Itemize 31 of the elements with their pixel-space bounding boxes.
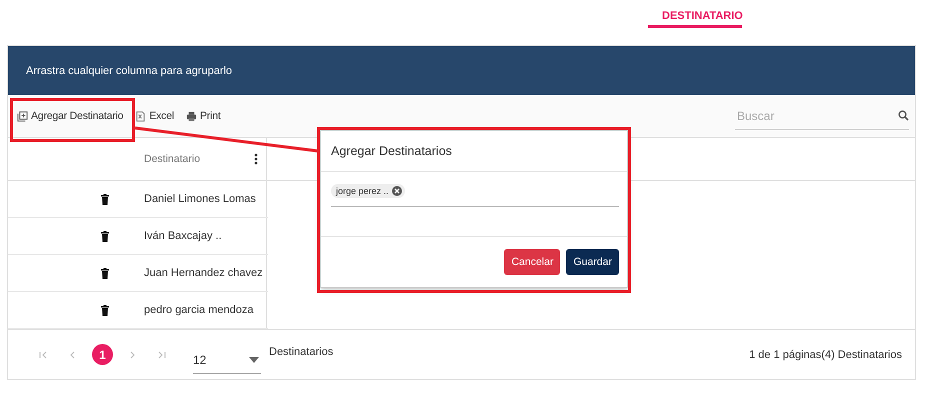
- dialog-title: Agregar Destinatarios: [331, 144, 452, 158]
- trash-icon[interactable]: [101, 304, 109, 316]
- page-size-label: Destinatarios: [269, 346, 334, 358]
- column-header[interactable]: Destinatario: [144, 153, 254, 165]
- add-icon: [17, 110, 28, 122]
- trash-icon[interactable]: [101, 230, 109, 242]
- group-panel-hint: Arrastra cualquier columna para agruparlo: [26, 64, 232, 76]
- save-button[interactable]: Guardar: [566, 249, 619, 275]
- tab[interactable]: DESTINATARIO: [648, 0, 742, 28]
- more-icon[interactable]: [254, 153, 258, 165]
- print-icon: [186, 110, 197, 122]
- table-cell: Daniel Limones Lomas: [144, 193, 256, 205]
- recipient-field[interactable]: jorge perez ..: [331, 184, 619, 207]
- toolbar-button[interactable]: Agregar Destinatario: [15, 108, 126, 124]
- trash-icon[interactable]: [101, 268, 109, 278]
- pager-info: 1 de 1 páginas(4) Destinatarios: [749, 348, 902, 360]
- caret-icon: [249, 357, 259, 363]
- excel-icon: [135, 110, 146, 122]
- search-icon: [898, 110, 909, 121]
- table-cell: Juan Hernandez chavez: [144, 267, 263, 279]
- table-cell: pedro garcia mendoza: [144, 304, 254, 316]
- cancel-button[interactable]: Cancelar: [504, 249, 560, 275]
- toolbar-button[interactable]: Excel: [133, 108, 176, 124]
- page-size-dropdown[interactable]: 12: [193, 348, 261, 374]
- recipient-chip: jorge perez ..: [331, 184, 405, 198]
- remove-icon[interactable]: [392, 186, 402, 196]
- table-cell: Iván Baxcajay ..: [144, 230, 222, 242]
- trash-icon[interactable]: [101, 194, 109, 204]
- search-field[interactable]: Buscar: [735, 108, 898, 124]
- toolbar-button[interactable]: Print: [184, 108, 223, 124]
- page-button[interactable]: 1: [92, 344, 113, 365]
